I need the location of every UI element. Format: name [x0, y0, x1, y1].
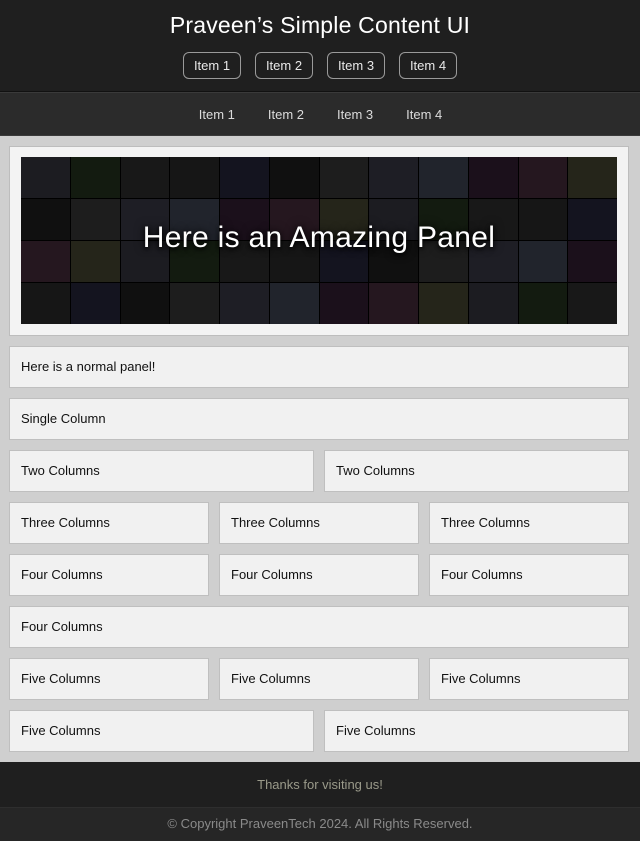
two-column-panel: Two Columns: [324, 450, 629, 492]
main-content: Here is an Amazing Panel Here is a norma…: [0, 136, 640, 752]
five-column-panel: Five Columns: [324, 710, 629, 752]
panel-row: Single Column: [9, 398, 629, 440]
hero-title: Here is an Amazing Panel: [142, 221, 496, 254]
normal-panel: Here is a normal panel!: [9, 346, 629, 388]
panel-row: Three Columns Three Columns Three Column…: [9, 502, 629, 544]
site-footer: Thanks for visiting us! © Copyright Prav…: [0, 762, 640, 841]
panel-row: Two Columns Two Columns: [9, 450, 629, 492]
subnav-item-4[interactable]: Item 4: [389, 107, 458, 122]
panel-row: Four Columns: [9, 606, 629, 648]
three-column-panel: Three Columns: [429, 502, 629, 544]
pill-nav: Item 1 Item 2 Item 3 Item 4: [0, 52, 640, 79]
three-column-panel: Three Columns: [9, 502, 209, 544]
four-column-panel: Four Columns: [9, 554, 209, 596]
panel-row: Here is a normal panel!: [9, 346, 629, 388]
pill-nav-item-3[interactable]: Item 3: [327, 52, 385, 79]
five-column-panel: Five Columns: [9, 658, 209, 700]
hero-banner: Here is an Amazing Panel: [21, 157, 617, 324]
footer-thanks: Thanks for visiting us!: [0, 762, 640, 808]
panel-row: Five Columns Five Columns: [9, 710, 629, 752]
subnav-item-3[interactable]: Item 3: [320, 107, 389, 122]
five-column-panel: Five Columns: [9, 710, 314, 752]
four-column-panel: Four Columns: [219, 554, 419, 596]
subnav-item-1[interactable]: Item 1: [182, 107, 251, 122]
site-title: Praveen’s Simple Content UI: [169, 12, 471, 38]
sub-navigation: Item 1 Item 2 Item 3 Item 4: [0, 92, 640, 136]
panel-row: Five Columns Five Columns Five Columns: [9, 658, 629, 700]
five-column-panel: Five Columns: [219, 658, 419, 700]
five-column-panel: Five Columns: [429, 658, 629, 700]
single-column-panel: Single Column: [9, 398, 629, 440]
pill-nav-item-4[interactable]: Item 4: [399, 52, 457, 79]
panel-row: Four Columns Four Columns Four Columns: [9, 554, 629, 596]
pill-nav-item-2[interactable]: Item 2: [255, 52, 313, 79]
hero-panel: Here is an Amazing Panel: [9, 146, 629, 336]
four-column-panel: Four Columns: [9, 606, 629, 648]
four-column-panel: Four Columns: [429, 554, 629, 596]
pill-nav-item-1[interactable]: Item 1: [183, 52, 241, 79]
footer-copyright: © Copyright PraveenTech 2024. All Rights…: [0, 808, 640, 841]
subnav-item-2[interactable]: Item 2: [251, 107, 320, 122]
three-column-panel: Three Columns: [219, 502, 419, 544]
site-header: Praveen’s Simple Content UI Item 1 Item …: [0, 0, 640, 92]
two-column-panel: Two Columns: [9, 450, 314, 492]
